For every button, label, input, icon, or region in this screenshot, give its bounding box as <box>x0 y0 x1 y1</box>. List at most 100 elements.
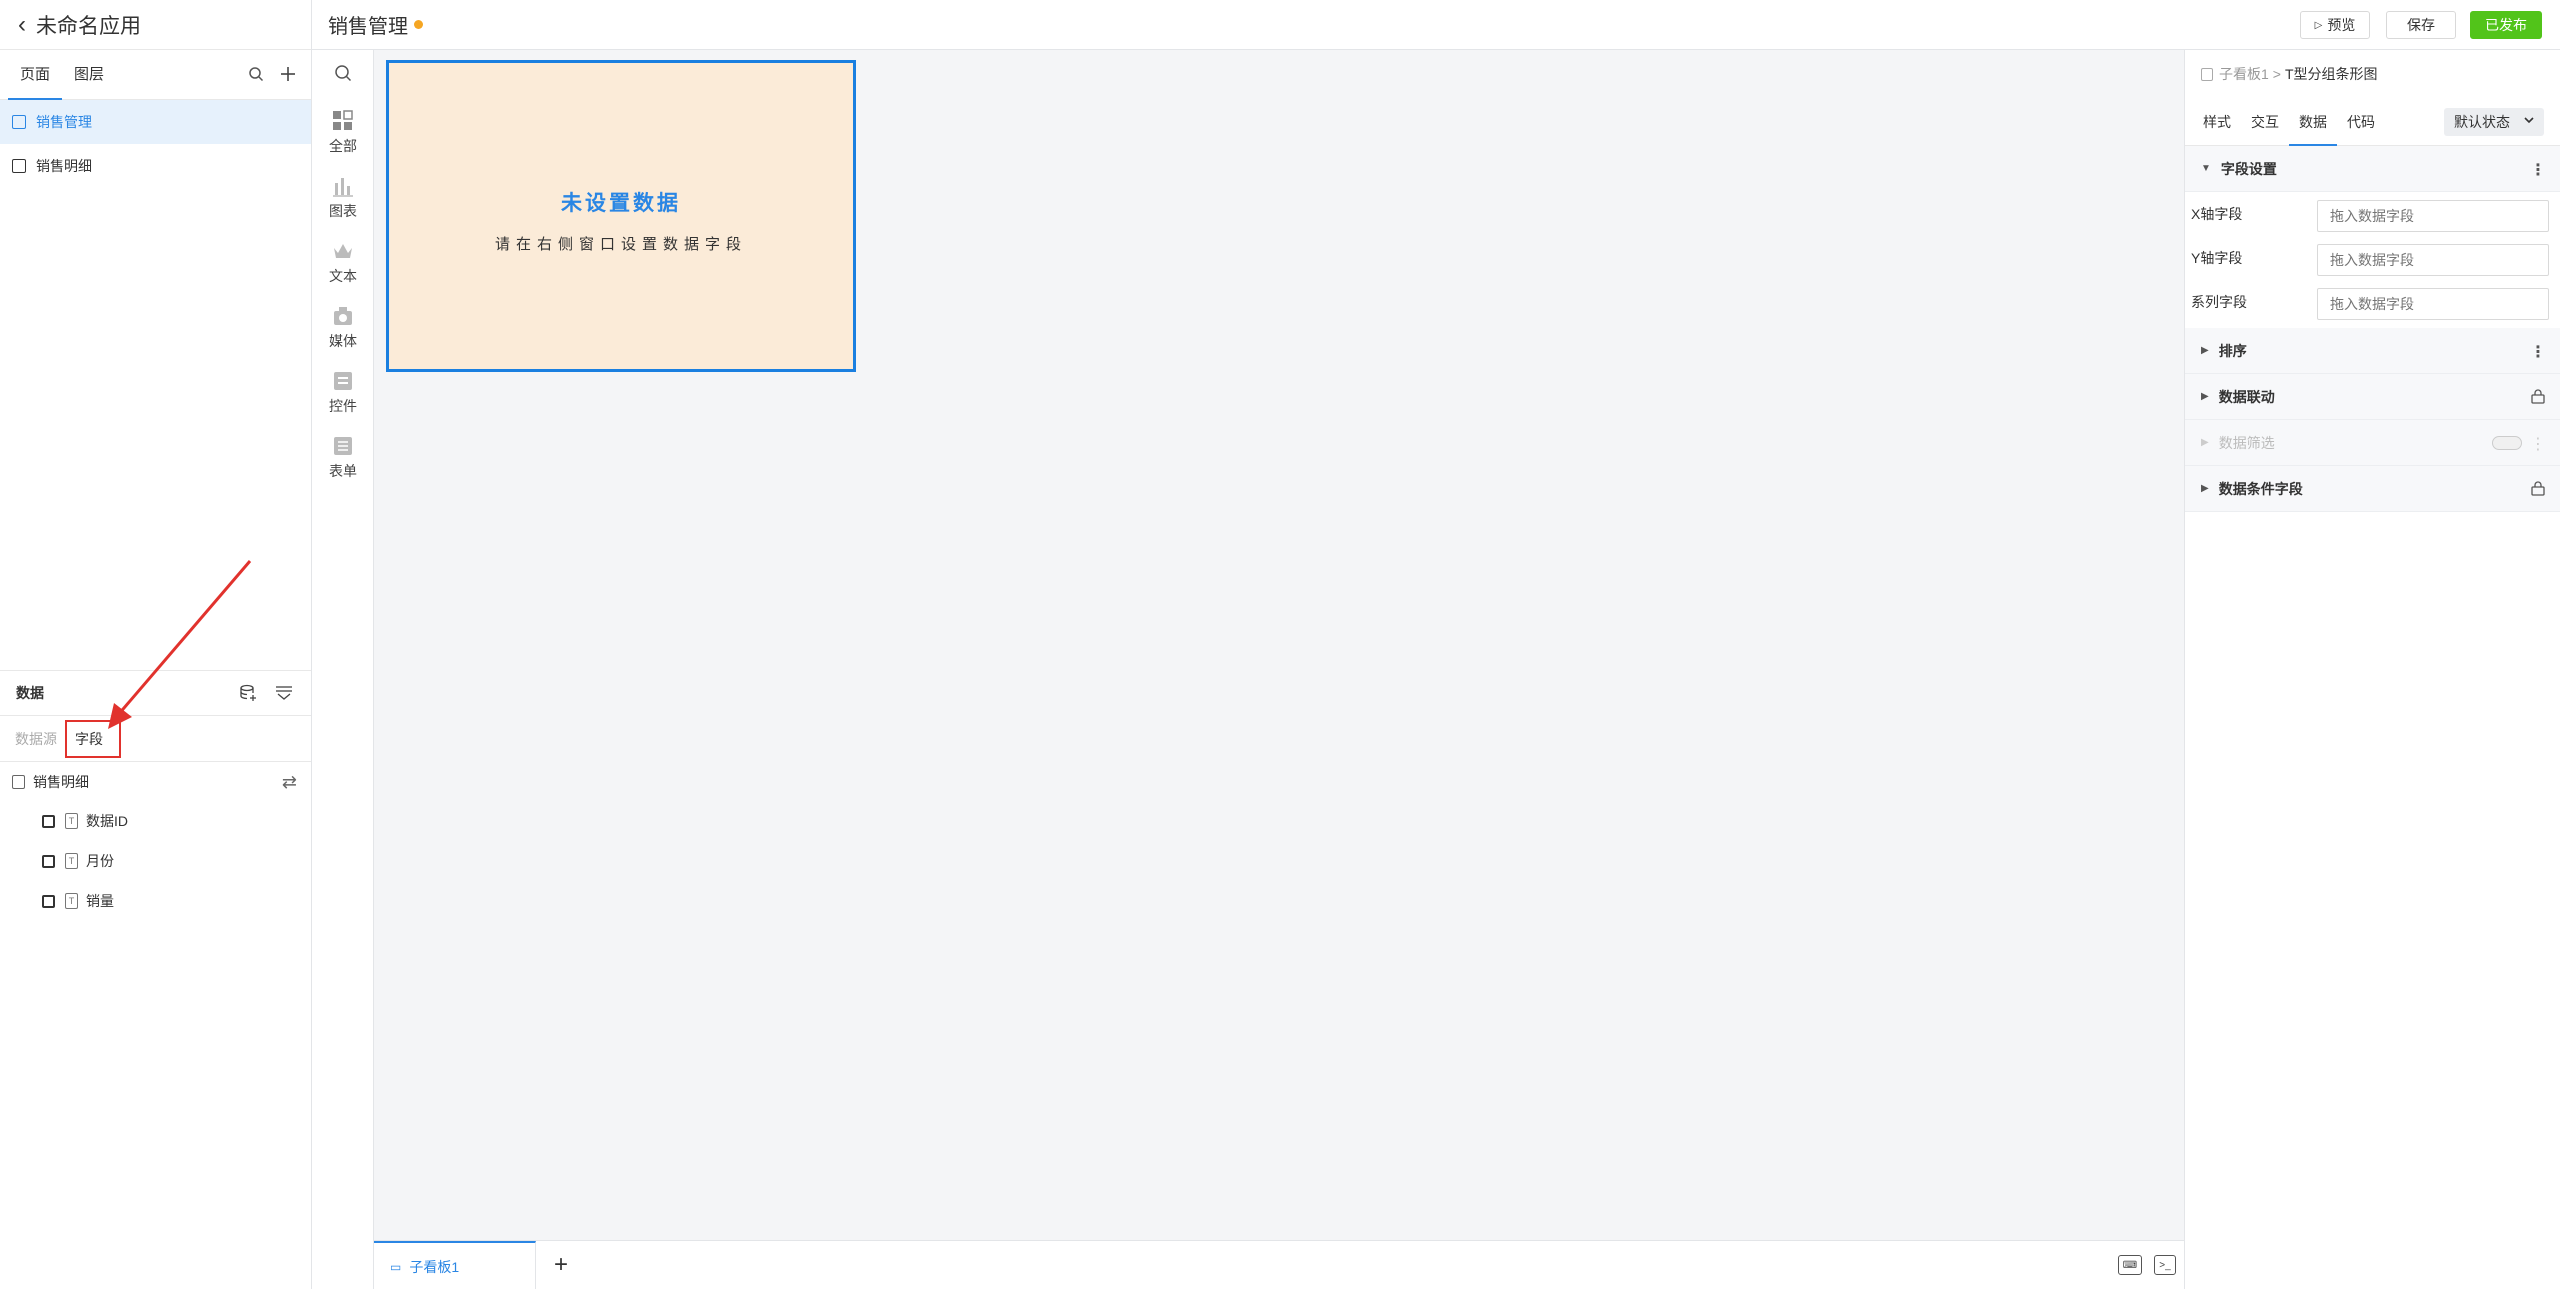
data-panel-title: 数据 <box>16 685 44 701</box>
terminal-icon[interactable]: >_ <box>2154 1255 2176 1275</box>
design-canvas[interactable]: 未设置数据 请在右侧窗口设置数据字段 <box>374 50 2184 1240</box>
preview-label: 预览 <box>2327 17 2356 33</box>
bar-chart-icon <box>332 175 354 197</box>
search-icon[interactable] <box>247 65 265 83</box>
chart-widget[interactable]: 未设置数据 请在右侧窗口设置数据字段 <box>386 60 856 372</box>
component-text[interactable]: 文本 <box>312 230 374 295</box>
page-item-sales-detail[interactable]: 销售明细 <box>0 144 311 188</box>
field-checkbox[interactable] <box>42 854 55 868</box>
swap-icon[interactable]: ⇄ <box>282 772 297 793</box>
page-item-label: 销售管理 <box>36 114 92 130</box>
breadcrumb-current: T型分组条形图 <box>2284 66 2378 82</box>
property-tabs: 样式 交互 数据 代码 默认状态 <box>2185 98 2560 146</box>
component-label: 文本 <box>329 267 357 284</box>
series-field-row: 系列字段 <box>2185 280 2560 324</box>
table-page-icon <box>12 159 26 173</box>
field-item[interactable]: T 销量 <box>42 889 114 913</box>
section-filter: ▶ 数据筛选 ⋮ <box>2185 420 2560 466</box>
component-label: 表单 <box>329 462 357 479</box>
sheet-tab-label: 子看板1 <box>409 1258 460 1275</box>
breadcrumb: 子看板1 > T型分组条形图 <box>2185 50 2560 98</box>
field-item[interactable]: T 数据ID <box>42 809 128 833</box>
component-label: 图表 <box>329 202 357 219</box>
series-field-dropzone[interactable] <box>2317 288 2549 320</box>
component-all[interactable]: 全部 <box>312 100 374 165</box>
grid-icon <box>332 109 354 132</box>
more-icon: ⋮ <box>2530 436 2546 453</box>
caret-right-icon: ▶ <box>2201 437 2209 448</box>
app-name: 未命名应用 <box>36 14 141 38</box>
play-icon: ▷ <box>2314 19 2323 31</box>
bottom-bar: ▭ 子看板1 + ⌨ >_ <box>374 1240 2184 1289</box>
back-arrow-icon[interactable]: ‹ <box>18 11 26 39</box>
publish-button[interactable]: 已发布 <box>2470 11 2542 39</box>
component-search[interactable] <box>312 50 374 100</box>
breadcrumb-separator: > <box>2272 66 2281 82</box>
widget-empty-title: 未设置数据 <box>561 191 681 215</box>
form-icon <box>332 435 354 457</box>
page-title: 销售管理 <box>328 16 408 38</box>
component-forms[interactable]: 表单 <box>312 425 374 490</box>
lock-icon <box>2530 388 2546 409</box>
tab-pages[interactable]: 页面 <box>8 50 63 100</box>
y-field-row: Y轴字段 <box>2185 236 2560 280</box>
more-icon[interactable]: ⋮ <box>2530 160 2546 180</box>
tab-code[interactable]: 代码 <box>2337 98 2385 146</box>
control-icon <box>332 370 354 392</box>
text-field-icon: T <box>65 853 78 869</box>
section-linkage[interactable]: ▶ 数据联动 <box>2185 374 2560 420</box>
annotation-arrow <box>108 560 252 729</box>
tab-layers[interactable]: 图层 <box>62 50 116 100</box>
lock-icon <box>2530 480 2546 501</box>
component-label: 控件 <box>329 397 357 414</box>
section-field-settings[interactable]: ▼ 字段设置 ⋮ <box>2185 146 2560 192</box>
keyboard-icon[interactable]: ⌨ <box>2118 1255 2142 1275</box>
text-icon <box>332 240 354 262</box>
save-button[interactable]: 保存 <box>2386 11 2456 39</box>
x-field-dropzone[interactable] <box>2317 200 2549 232</box>
component-sidebar: 全部 图表 文本 媒体 控件 表单 <box>312 50 374 1289</box>
y-field-label: Y轴字段 <box>2191 250 2243 266</box>
component-charts[interactable]: 图表 <box>312 165 374 230</box>
search-icon <box>332 62 354 84</box>
page-item-sales-management[interactable]: 销售管理 <box>0 100 311 144</box>
component-media[interactable]: 媒体 <box>312 295 374 360</box>
tab-data[interactable]: 数据 <box>2289 98 2337 146</box>
field-label: 数据ID <box>86 813 128 829</box>
state-value: 默认状态 <box>2454 114 2510 130</box>
property-panel: 子看板1 > T型分组条形图 样式 交互 数据 代码 默认状态 ▼ 字段设置 ⋮… <box>2184 50 2560 1289</box>
state-dropdown[interactable]: 默认状态 <box>2444 108 2544 136</box>
preview-button[interactable]: ▷ 预览 <box>2300 11 2370 39</box>
add-sheet-icon[interactable]: + <box>546 1251 576 1279</box>
component-label: 全部 <box>329 137 357 154</box>
series-field-label: 系列字段 <box>2191 294 2247 310</box>
field-item[interactable]: T 月份 <box>42 849 114 873</box>
add-page-icon[interactable] <box>279 65 297 83</box>
section-conditional-fields[interactable]: ▶ 数据条件字段 <box>2185 466 2560 512</box>
x-field-row: X轴字段 <box>2185 192 2560 236</box>
caret-right-icon: ▶ <box>2201 483 2209 494</box>
y-field-dropzone[interactable] <box>2317 244 2549 276</box>
collapse-all-icon[interactable] <box>275 684 293 702</box>
tab-interaction[interactable]: 交互 <box>2241 98 2289 146</box>
widget-empty-hint: 请在右侧窗口设置数据字段 <box>494 235 747 253</box>
breadcrumb-parent[interactable]: 子看板1 <box>2219 64 2269 84</box>
caret-down-icon: ▼ <box>2201 163 2211 174</box>
section-sort[interactable]: ▶ 排序 ⋮ <box>2185 328 2560 374</box>
more-icon[interactable]: ⋮ <box>2530 342 2546 362</box>
section-title: 数据条件字段 <box>2218 480 2303 497</box>
dashboard-page-icon <box>12 115 26 129</box>
text-field-icon: T <box>65 813 78 829</box>
datasource-row[interactable]: 销售明细 ⇄ <box>0 768 311 796</box>
board-icon <box>2201 67 2213 81</box>
board-icon: ▭ <box>390 1259 402 1274</box>
section-title: 字段设置 <box>2220 160 2277 177</box>
tab-datasource[interactable]: 数据源 <box>9 729 63 749</box>
field-checkbox[interactable] <box>42 814 55 828</box>
tab-style[interactable]: 样式 <box>2193 98 2241 146</box>
component-controls[interactable]: 控件 <box>312 360 374 425</box>
section-title: 排序 <box>2218 342 2247 359</box>
sheet-tab[interactable]: ▭ 子看板1 <box>374 1241 536 1289</box>
app-header: ‹ 未命名应用 <box>0 0 311 50</box>
field-checkbox[interactable] <box>42 894 55 908</box>
